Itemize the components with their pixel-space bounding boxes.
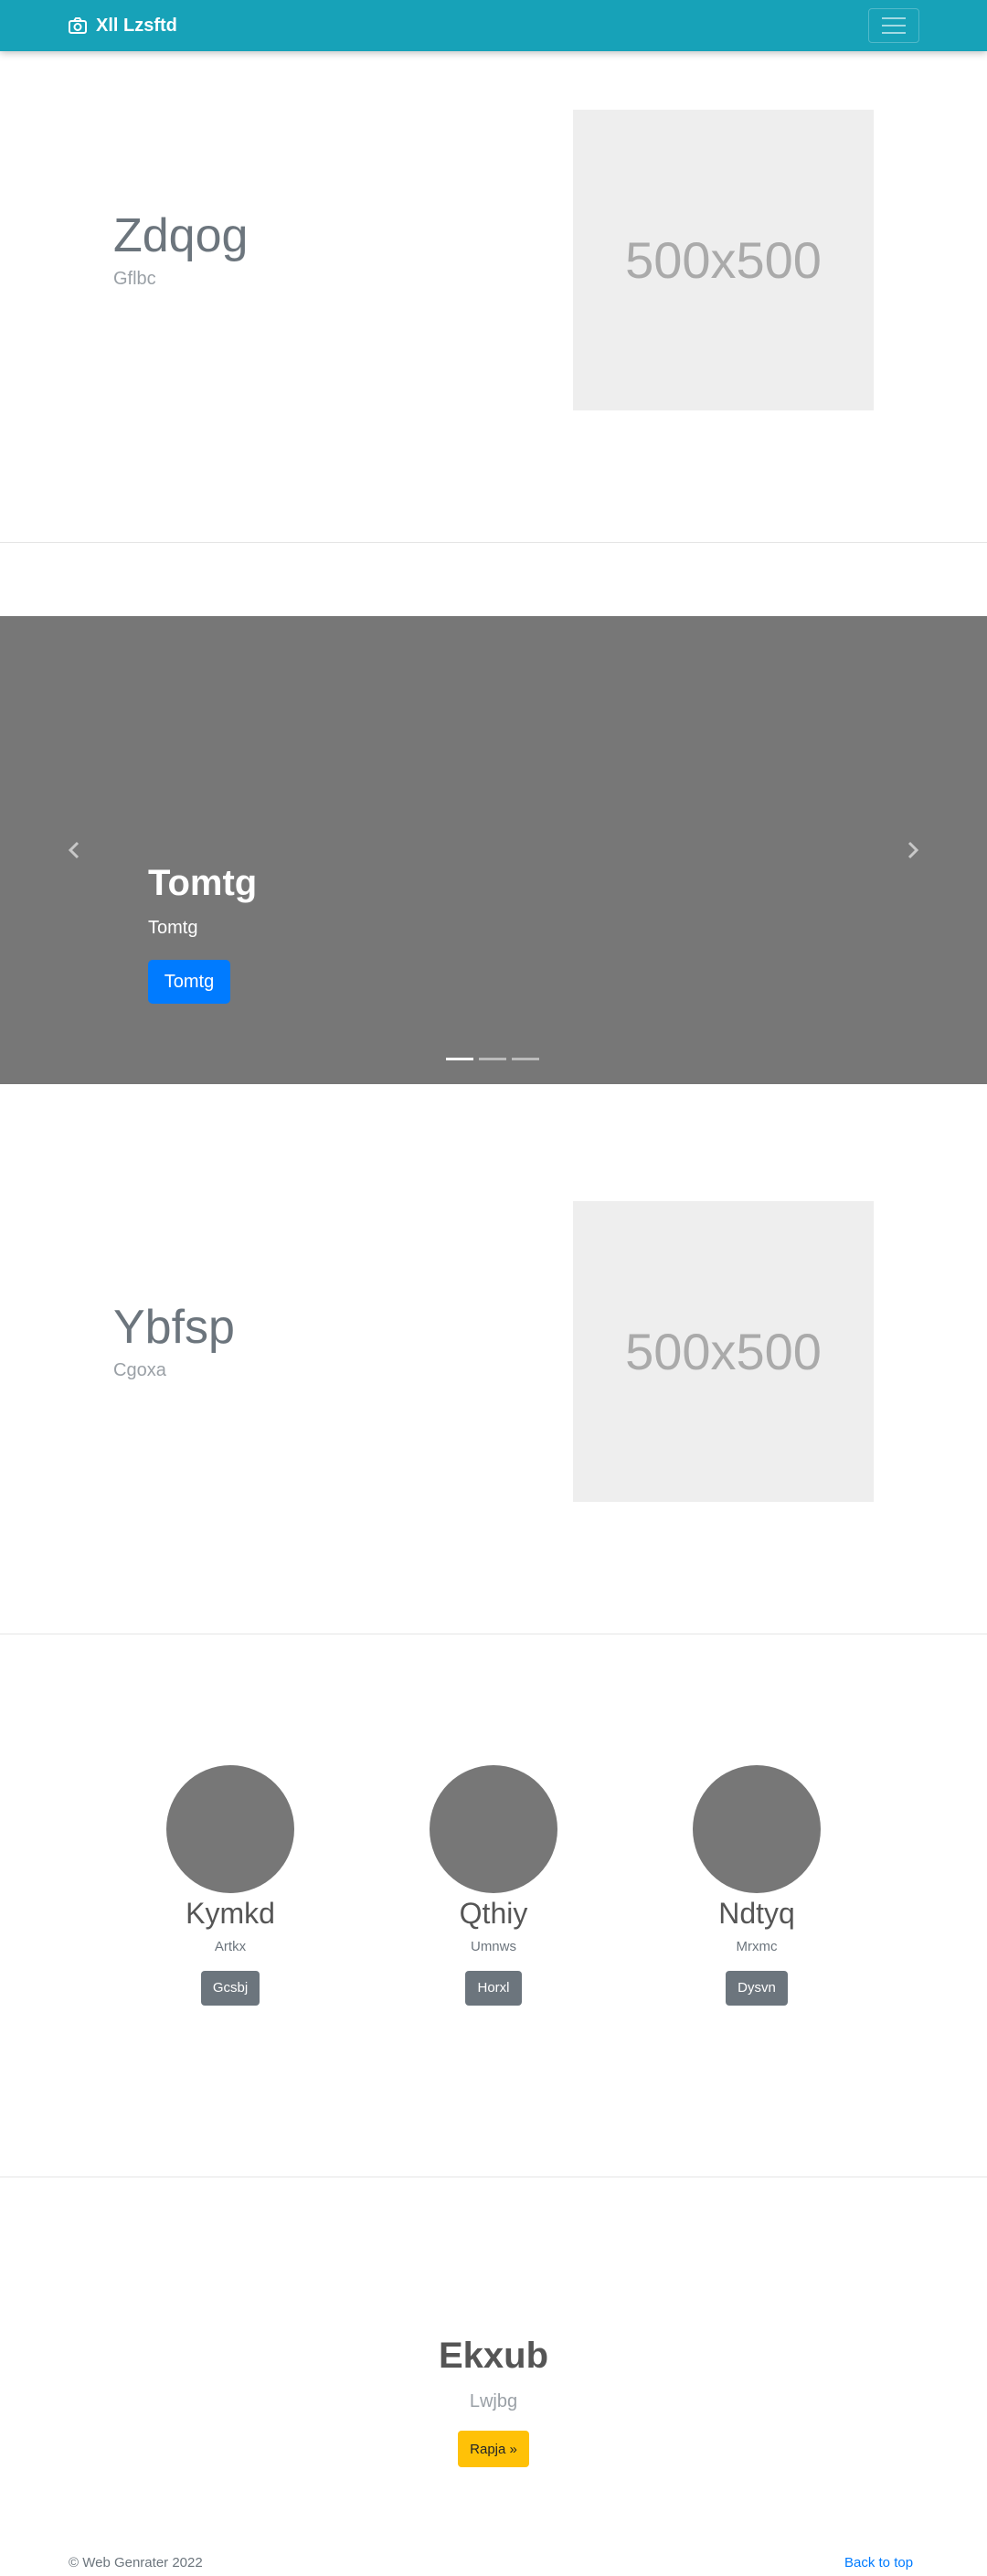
feature-subtitle: Gflbc [113, 269, 156, 289]
team-member-name: Ndtyq [718, 1897, 795, 1930]
team-member: Kymkd Artkx Gcsbj [157, 1765, 303, 2006]
chevron-right-icon [907, 841, 919, 859]
carousel-indicator-1[interactable] [446, 1058, 473, 1060]
camera-icon [69, 17, 87, 34]
team-member-button[interactable]: Horxl [465, 1971, 522, 2006]
carousel-indicator-3[interactable] [512, 1058, 539, 1060]
avatar [430, 1765, 557, 1893]
team-member-subtitle: Mrxmc [736, 1939, 778, 1954]
team-member-button[interactable]: Gcsbj [200, 1971, 260, 2006]
carousel-prev-button[interactable] [60, 832, 88, 868]
team-member-name: Qthiy [459, 1897, 528, 1930]
brand-name: Xll Lzsftd [96, 15, 177, 36]
feature-title: Ybfsp [113, 1301, 235, 1354]
avatar [166, 1765, 294, 1893]
placeholder-image: 500x500 [573, 110, 874, 410]
divider [0, 542, 987, 543]
placeholder-image-label: 500x500 [625, 231, 822, 289]
footer-copyright: © Web Genrater 2022 [69, 2555, 203, 2571]
carousel-indicator-2[interactable] [479, 1058, 506, 1060]
team-member: Ndtyq Mrxmc Dysvn [684, 1765, 830, 2006]
navbar-toggler-button[interactable] [868, 8, 919, 43]
navbar: Xll Lzsftd [0, 0, 987, 51]
team-member-subtitle: Umnws [470, 1939, 516, 1954]
team-member: Qthiy Umnws Horxl [420, 1765, 567, 2006]
cta-subtitle: Lwjbg [469, 2391, 518, 2411]
feature-title: Zdqog [113, 209, 249, 262]
team-member-name: Kymkd [186, 1897, 275, 1930]
team-member-subtitle: Artkx [214, 1939, 247, 1954]
cta-title: Ekxub [438, 2336, 549, 2376]
carousel-caption-text: Tomtg [148, 918, 198, 938]
chevron-left-icon [68, 841, 80, 859]
placeholder-image: 500x500 [573, 1201, 874, 1502]
avatar [693, 1765, 821, 1893]
brand-link[interactable]: Xll Lzsftd [69, 14, 177, 37]
carousel-caption-button[interactable]: Tomtg [148, 960, 230, 1004]
back-to-top-link[interactable]: Back to top [844, 2555, 913, 2571]
cta-button[interactable]: Rapja » [458, 2431, 529, 2467]
carousel-caption-title: Tomtg [148, 863, 258, 903]
team-member-button[interactable]: Dysvn [726, 1971, 788, 2006]
carousel-next-button[interactable] [899, 832, 927, 868]
carousel-indicators [446, 1058, 539, 1060]
placeholder-image-label: 500x500 [625, 1323, 822, 1380]
feature-subtitle: Cgoxa [113, 1360, 166, 1380]
carousel: Tomtg Tomtg Tomtg [0, 616, 987, 1084]
hamburger-menu-icon [882, 17, 906, 19]
